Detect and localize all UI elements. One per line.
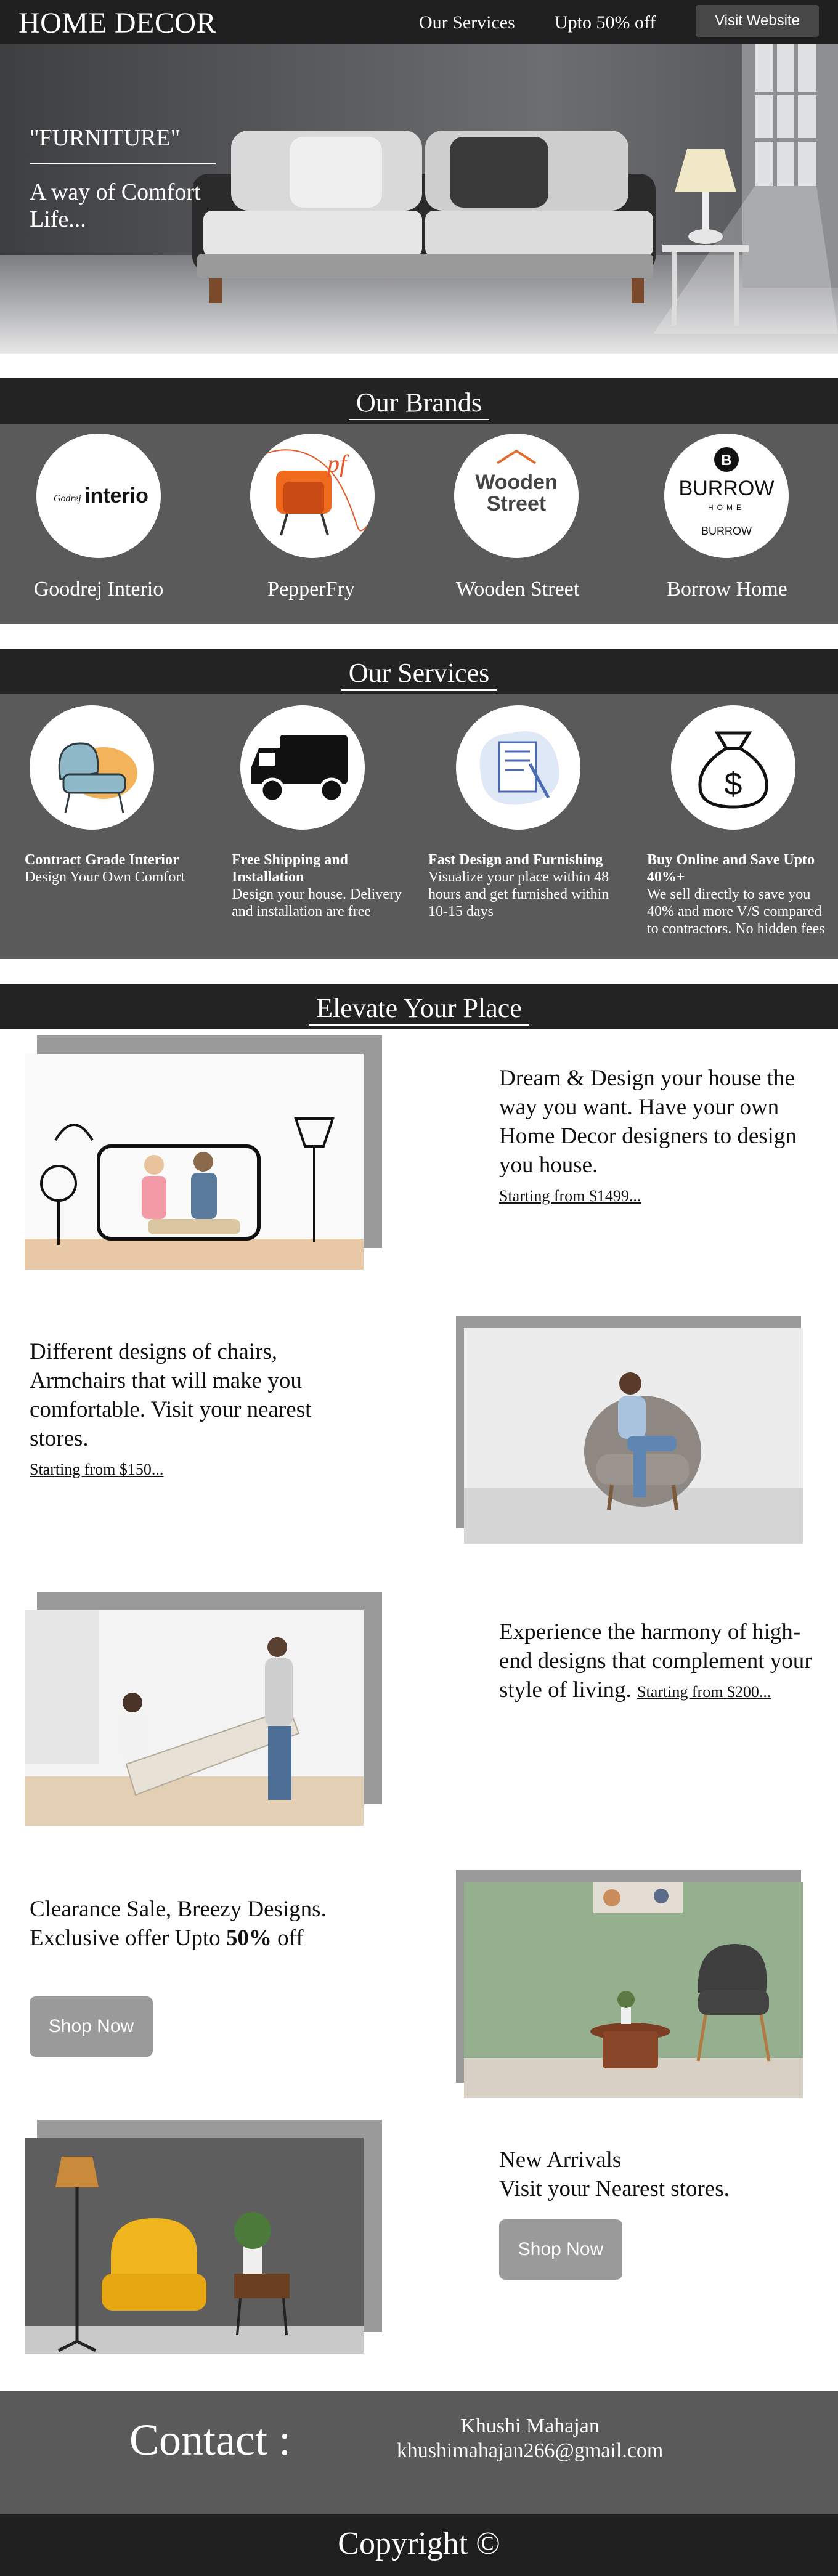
block1-text: Dream & Design your house the way you wa…	[499, 1066, 797, 1178]
woman-armchair-image	[464, 1328, 803, 1544]
block4-discount: 50%	[226, 1926, 272, 1951]
block4-line2-pre: Exclusive offer Upto	[30, 1926, 226, 1951]
brand-label-wooden-street: Wooden Street	[455, 578, 580, 601]
truck-icon	[251, 735, 348, 803]
service-icon-contract	[30, 705, 154, 830]
goodrej-logo-icon: Godrej interio	[54, 484, 148, 508]
service-desc-shipping: Design your house. Delivery and installa…	[232, 886, 402, 920]
service-icon-savings: $	[671, 705, 795, 830]
service-title-savings: Buy Online and Save Upto 40%+	[647, 852, 815, 885]
service-desc-contract: Design Your Own Comfort	[25, 869, 185, 885]
block1-copy: Dream & Design your house the way you wa…	[499, 1064, 820, 1210]
hero-subtitle-line2: Life...	[30, 206, 86, 232]
service-icon-design	[456, 705, 580, 830]
service-desc-savings: We sell directly to save you 40% and mor…	[647, 886, 825, 937]
brand-logo-pepperfry[interactable]: pf	[250, 434, 375, 558]
service-title-design: Fast Design and Furnishing	[428, 852, 603, 868]
wooden-street-logo-icon: Wooden Street	[475, 449, 558, 516]
brand-label-pepperfry: PepperFry	[267, 578, 355, 601]
shop-now-button-clearance[interactable]: Shop Now	[30, 1996, 153, 2057]
site-logo: HOME DECOR	[18, 7, 217, 39]
hero-banner: "FURNITURE" A way of Comfort Life...	[0, 44, 838, 354]
block4-line2-post: off	[271, 1926, 304, 1951]
footer: Copyright ©	[0, 2514, 838, 2576]
borrow-home-logo-text3: BURROW	[701, 525, 752, 537]
copyright-text: Copyright ©	[338, 2526, 500, 2561]
hero-divider	[30, 163, 216, 164]
svg-text:Godrej: Godrej	[54, 493, 81, 504]
spacer	[0, 624, 838, 649]
couple-moving-sofa-image	[25, 1610, 364, 1826]
brand-logo-wooden-street[interactable]: Wooden Street	[454, 434, 579, 558]
borrow-home-logo-text2: HOME	[708, 503, 745, 512]
block5-copy: New Arrivals Visit your Nearest stores.	[499, 2145, 820, 2203]
brands-heading: Our Brands	[348, 387, 490, 420]
services-heading: Our Services	[341, 658, 497, 691]
service-icon-shipping	[240, 705, 365, 830]
elevate-heading: Elevate Your Place	[309, 993, 529, 1026]
nav-link-our-services[interactable]: Our Services	[419, 12, 515, 33]
contact-name: Khushi Mahajan	[460, 2415, 600, 2437]
yellow-armchair-image	[25, 2138, 364, 2354]
armchair-icon	[58, 742, 137, 814]
brands-heading-bar: Our Brands	[0, 378, 838, 424]
services-section: $ Contract Grade Interior Design Your Ow…	[0, 694, 838, 959]
couple-sofa-image	[25, 1054, 364, 1270]
services-heading-bar: Our Services	[0, 649, 838, 694]
svg-text:$: $	[725, 766, 742, 802]
block5-line1: New Arrivals	[499, 2147, 622, 2173]
brands-section: Godrej interio Goodrej Interio pf Pepper…	[0, 424, 838, 624]
borrow-home-logo-text1: BURROW	[679, 477, 775, 500]
block2-copy: Different designs of chairs, Armchairs t…	[30, 1337, 350, 1484]
service-desc-design: Visualize your place within 48 hours and…	[428, 869, 609, 920]
wooden-street-logo-text1: Wooden	[475, 471, 557, 494]
service-title-contract: Contract Grade Interior	[25, 852, 179, 868]
service-title-shipping: Free Shipping and Installation	[232, 852, 348, 885]
spacer	[0, 959, 838, 984]
svg-text:B: B	[721, 452, 731, 469]
block1-link[interactable]: Starting from $1499...	[499, 1187, 641, 1205]
hero-subtitle-line1: A way of Comfort	[30, 179, 201, 205]
contact-label: Contact :	[129, 2415, 291, 2465]
block2-link[interactable]: Starting from $150...	[30, 1460, 163, 1478]
top-navbar: HOME DECOR Our Services Upto 50% off Vis…	[0, 0, 838, 44]
spacer	[0, 354, 838, 378]
shop-now-button-new-arrivals[interactable]: Shop Now	[499, 2219, 622, 2280]
pepperfry-logo-text: pf	[325, 450, 349, 477]
goodrej-logo-text: interio	[84, 484, 148, 508]
block3-copy: Experience the harmony of high-end desig…	[499, 1618, 820, 1706]
brand-logo-borrow-home[interactable]: B BURROW HOME BURROW	[664, 434, 789, 558]
green-room-chair-image	[464, 1882, 803, 2098]
block5-line2: Visit your Nearest stores.	[499, 2176, 730, 2201]
visit-website-button[interactable]: Visit Website	[696, 5, 819, 37]
block2-text: Different designs of chairs, Armchairs t…	[30, 1339, 312, 1451]
brand-label-goodrej: Goodrej Interio	[33, 578, 164, 601]
borrow-home-logo-icon: B BURROW HOME BURROW	[679, 447, 775, 537]
money-bag-icon: $	[698, 731, 768, 809]
blueprint-icon	[479, 731, 559, 805]
contact-email-link[interactable]: khushimahajan266@gmail.com	[376, 2439, 684, 2463]
nav-link-offer[interactable]: Upto 50% off	[555, 12, 656, 33]
brand-label-borrow-home: Borrow Home	[667, 578, 787, 601]
block4-line1: Clearance Sale, Breezy Designs.	[30, 1897, 327, 1922]
brand-logo-goodrej[interactable]: Godrej interio	[36, 434, 161, 558]
elevate-section: Dream & Design your house the way you wa…	[0, 1029, 838, 2391]
elevate-heading-bar: Elevate Your Place	[0, 984, 838, 1029]
wooden-street-logo-text2: Street	[487, 492, 546, 516]
block3-link[interactable]: Starting from $200...	[637, 1683, 771, 1701]
hero-title: "FURNITURE"	[30, 125, 181, 151]
contact-section: Contact : Khushi Mahajan khushimahajan26…	[0, 2391, 838, 2514]
block4-copy: Clearance Sale, Breezy Designs. Exclusiv…	[30, 1895, 375, 1953]
pepperfry-logo-icon: pf	[256, 449, 368, 536]
